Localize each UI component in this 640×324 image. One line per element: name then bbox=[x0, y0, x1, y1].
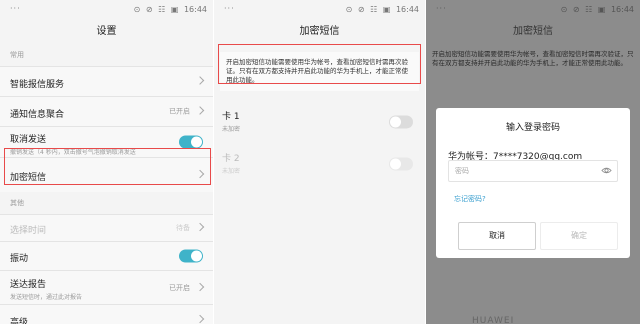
cancel-button[interactable]: 取消 bbox=[458, 222, 536, 250]
item-label: 高级 bbox=[10, 318, 29, 324]
notification-dots: ··· bbox=[224, 4, 235, 13]
notification-dots: ··· bbox=[436, 4, 447, 13]
settings-item-vibrate[interactable]: 振动 bbox=[0, 241, 213, 270]
page-title: 设置 bbox=[96, 26, 117, 37]
settings-item-delivery-report[interactable]: 送达报告 发送短信时，通过此对报告 已开启 bbox=[0, 270, 213, 304]
item-value: 已开启 bbox=[169, 283, 190, 292]
cancel-send-toggle[interactable] bbox=[179, 135, 203, 149]
card-label: 卡 2 bbox=[222, 154, 240, 164]
status-time: 16:44 bbox=[395, 5, 419, 14]
page-title: 加密短信 bbox=[513, 26, 553, 37]
sim-card-1[interactable]: 卡 1 未加密 bbox=[214, 101, 425, 143]
battery-icon: ▣ bbox=[382, 5, 391, 14]
encrypted-sms-screen: ··· ⊙ ⊘ ☷ ▣ 16:44 加密短信 开启加密短信功能需要使用华为帐号，… bbox=[214, 0, 425, 324]
battery-icon: ▣ bbox=[597, 5, 606, 14]
password-placeholder: 密码 bbox=[455, 167, 469, 175]
card-1-encrypt-toggle[interactable] bbox=[389, 115, 413, 129]
toggle-knob bbox=[191, 136, 202, 148]
section-header-common: 常用 bbox=[10, 51, 24, 59]
status-icons: ⊙ ⊘ ☷ ▣ 16:44 bbox=[558, 5, 634, 14]
battery-icon: ▣ bbox=[170, 5, 179, 14]
chevron-right-icon bbox=[195, 105, 205, 115]
chevron-right-icon bbox=[195, 222, 205, 232]
dnd-icon: ⊘ bbox=[572, 5, 580, 14]
chevron-right-icon bbox=[195, 282, 205, 291]
password-dialog-screen: ··· ⊙ ⊘ ☷ ▣ 16:44 加密短信 开启加密短信功能需要使用华为帐号，… bbox=[426, 0, 640, 324]
signal-icon: ☷ bbox=[370, 5, 378, 14]
item-label: 智能报信服务 bbox=[10, 80, 65, 90]
alarm-icon: ⊙ bbox=[133, 5, 141, 14]
item-value: 已开启 bbox=[169, 107, 190, 115]
toggle-knob bbox=[390, 158, 401, 170]
signal-icon: ☷ bbox=[158, 5, 166, 14]
alarm-icon: ⊙ bbox=[345, 5, 353, 14]
alarm-icon: ⊙ bbox=[560, 5, 568, 14]
status-bar: ··· ⊙ ⊘ ☷ ▣ 16:44 bbox=[426, 0, 640, 20]
signal-icon: ☷ bbox=[585, 5, 593, 14]
status-icons: ⊙ ⊘ ☷ ▣ 16:44 bbox=[343, 5, 419, 14]
status-bar: ··· ⊙ ⊘ ☷ ▣ 16:44 bbox=[0, 0, 213, 20]
chevron-right-icon bbox=[195, 314, 205, 324]
item-description: 发送短信时，通过此对报告 bbox=[10, 294, 83, 301]
dnd-icon: ⊘ bbox=[357, 5, 365, 14]
page-title: 加密短信 bbox=[299, 26, 340, 37]
item-value: 待备 bbox=[176, 224, 190, 232]
item-label: 选择时间 bbox=[10, 226, 47, 236]
forgot-password-link[interactable]: 忘记密码? bbox=[454, 194, 486, 204]
item-label: 取消发送 bbox=[10, 135, 47, 145]
vibrate-toggle[interactable] bbox=[179, 249, 203, 263]
settings-screen: ··· ⊙ ⊘ ☷ ▣ 16:44 设置 常用 智能报信服务 通知信息聚合 已开… bbox=[0, 0, 213, 324]
sim-card-2[interactable]: 卡 2 未加密 bbox=[214, 143, 425, 185]
confirm-button[interactable]: 确定 bbox=[540, 222, 618, 250]
toggle-knob bbox=[390, 116, 401, 128]
dialog-title: 输入登录密码 bbox=[505, 123, 560, 133]
status-time: 16:44 bbox=[183, 5, 207, 14]
card-label: 卡 1 bbox=[222, 112, 240, 122]
notification-dots: ··· bbox=[10, 4, 21, 13]
password-dialog: 输入登录密码 华为帐号：7****7320@qq.com 密码 忘记密码? 取消… bbox=[436, 108, 630, 258]
settings-item-select-time[interactable]: 选择时间 待备 bbox=[0, 214, 213, 241]
toggle-knob bbox=[191, 250, 202, 262]
status-time: 16:44 bbox=[610, 5, 634, 14]
highlight-box bbox=[4, 148, 211, 185]
card-status: 未加密 bbox=[222, 168, 241, 175]
settings-item-notification-aggregate[interactable]: 通知信息聚合 已开启 bbox=[0, 96, 213, 126]
huawei-logo: HUAWEI bbox=[472, 316, 515, 324]
item-label: 振动 bbox=[10, 254, 29, 264]
dnd-icon: ⊘ bbox=[145, 5, 153, 14]
status-bar: ··· ⊙ ⊘ ☷ ▣ 16:44 bbox=[214, 0, 425, 20]
card-status: 未加密 bbox=[222, 126, 241, 133]
settings-item-smart-service[interactable]: 智能报信服务 bbox=[0, 66, 213, 96]
item-label: 通知信息聚合 bbox=[10, 110, 65, 120]
eye-icon[interactable] bbox=[601, 165, 612, 176]
password-input[interactable]: 密码 bbox=[448, 160, 618, 182]
section-header-other: 其他 bbox=[10, 199, 24, 207]
highlight-box bbox=[218, 44, 421, 84]
chevron-right-icon bbox=[195, 75, 205, 85]
status-icons: ⊙ ⊘ ☷ ▣ 16:44 bbox=[131, 5, 207, 14]
card-2-encrypt-toggle[interactable] bbox=[389, 157, 413, 171]
encrypt-notice: 开启加密短信功能需要使用华为帐号，查看加密短信时需再次验证，只有在双方都支持并开… bbox=[432, 50, 634, 67]
settings-item-advanced[interactable]: 高级 bbox=[0, 304, 213, 324]
